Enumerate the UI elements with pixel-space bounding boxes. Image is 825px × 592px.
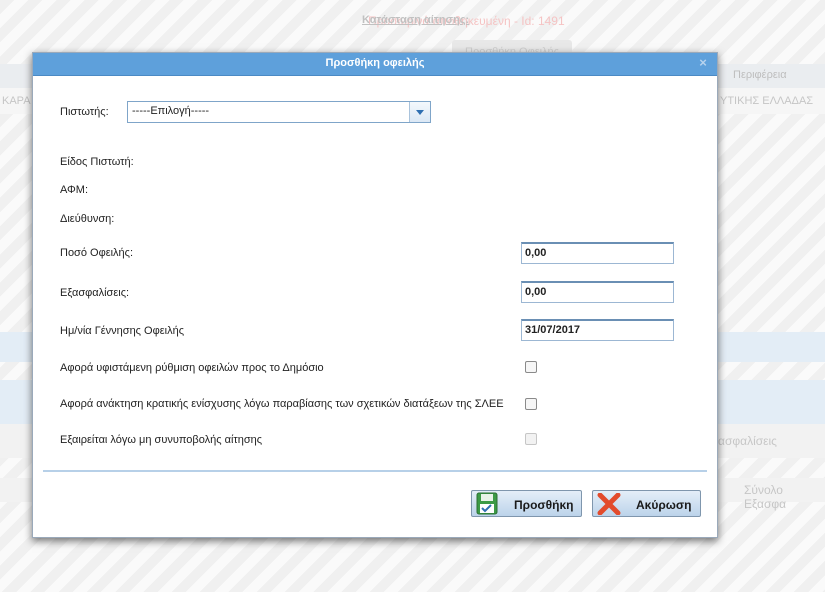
guarantees-label: Εξασφαλίσεις:	[60, 287, 130, 299]
cancel-button[interactable]: Ακύρωση	[592, 490, 701, 517]
amount-input[interactable]: 0,00	[521, 242, 674, 264]
address-label: Διεύθυνση:	[60, 213, 115, 225]
dialog-title: Προσθήκη οφειλής	[325, 57, 425, 69]
public-debt-label: Αφορά υφιστάμενη ρύθμιση οφειλών προς το…	[60, 362, 324, 374]
dialog-header: Προσθήκη οφειλής ×	[33, 53, 717, 76]
creditor-select-value: -----Επιλογή-----	[132, 105, 210, 117]
creditor-label: Πιστωτής:	[60, 106, 109, 118]
birth-date-label: Ημ/νία Γέννησης Οφειλής	[60, 325, 184, 337]
add-button[interactable]: Προσθήκη	[471, 490, 582, 517]
save-icon	[476, 492, 498, 515]
guarantees-input[interactable]: 0,00	[521, 281, 674, 303]
excluded-label: Εξαιρείται λόγω μη συνυποβολής αίτησης	[60, 434, 263, 446]
birth-date-input[interactable]: 31/07/2017	[521, 319, 674, 341]
creditor-type-label: Είδος Πιστωτή:	[60, 156, 134, 168]
state-aid-checkbox[interactable]	[525, 398, 537, 410]
close-icon[interactable]: ×	[697, 56, 709, 69]
state-aid-label: Αφορά ανάκτηση κρατικής ενίσχυσης λόγω π…	[60, 398, 504, 410]
excluded-checkbox	[525, 433, 537, 445]
cancel-button-label: Ακύρωση	[636, 498, 692, 512]
chevron-down-icon[interactable]	[409, 102, 430, 122]
amount-label: Ποσό Οφειλής:	[60, 247, 134, 259]
public-debt-checkbox[interactable]	[525, 361, 537, 373]
close-icon	[597, 493, 621, 515]
add-debt-dialog: Προσθήκη οφειλής × Πιστωτής: -----Επιλογ…	[32, 52, 718, 538]
creditor-select[interactable]: -----Επιλογή-----	[127, 101, 431, 123]
add-button-label: Προσθήκη	[514, 498, 574, 512]
dialog-divider	[43, 470, 707, 472]
afm-label: ΑΦΜ:	[60, 184, 89, 196]
